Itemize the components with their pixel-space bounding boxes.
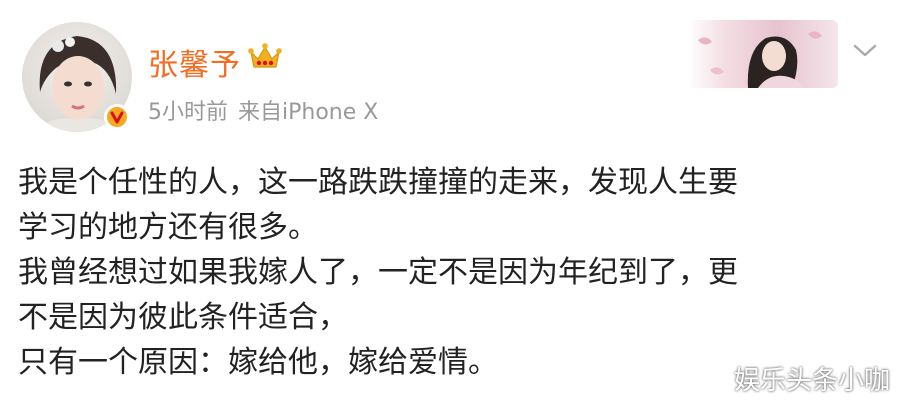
content-line: 学习的地方还有很多。 [18,210,318,245]
weibo-post: 张馨予 5小时前 来自iPhone X 我是个任性的人，这一路跌跌撞撞的走来，发… [0,0,915,408]
post-time[interactable]: 5小时前 [148,100,228,125]
content-line: 我是个任性的人，这一路跌跌撞撞的走来，发现人生要 [18,165,738,200]
verified-v-icon [104,104,130,130]
card-banner-image[interactable] [688,20,838,88]
post-content: 我是个任性的人，这一路跌跌撞撞的走来，发现人生要 学习的地方还有很多。 我曾经想… [18,160,898,385]
watermark: 娱乐头条小咖 [734,366,891,396]
post-source[interactable]: 来自iPhone X [238,100,378,125]
author-name[interactable]: 张馨予 [148,40,241,84]
content-line: 我曾经想过如果我嫁人了，一定不是因为年纪到了，更 [18,255,738,290]
content-line: 不是因为彼此条件适合， [18,300,348,335]
crown-icon[interactable] [248,42,282,72]
post-meta: 5小时前 来自iPhone X [148,94,378,126]
avatar-container[interactable] [22,22,132,132]
chevron-down-icon[interactable] [852,42,878,60]
